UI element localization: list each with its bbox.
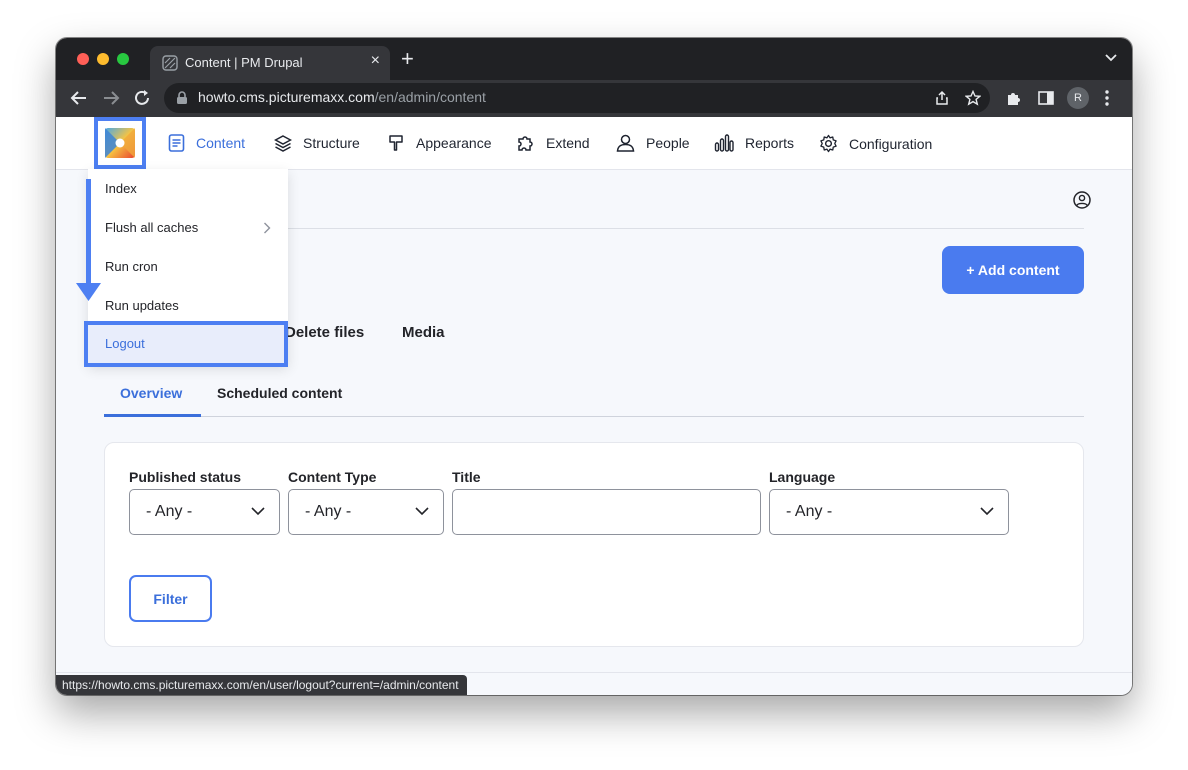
side-panel-icon[interactable] — [1037, 89, 1055, 107]
logout-label: Logout — [105, 336, 145, 351]
tab-overview[interactable]: Overview — [120, 385, 182, 401]
title-input[interactable] — [452, 489, 761, 535]
nav-people[interactable]: People — [616, 134, 690, 152]
menu-item-run-updates[interactable]: Run updates — [105, 298, 179, 313]
user-account-icon[interactable] — [1073, 191, 1091, 209]
nav-configuration-label: Configuration — [849, 135, 933, 152]
nav-extend-label: Extend — [546, 135, 590, 151]
address-bar[interactable]: howto.cms.picturemaxx.com/en/admin/conte… — [164, 83, 990, 113]
bar-chart-icon — [714, 134, 734, 152]
profile-avatar[interactable]: R — [1067, 87, 1089, 109]
language-value: - Any - — [786, 503, 833, 520]
published-status-value: - Any - — [146, 503, 193, 520]
nav-content-label: Content — [196, 135, 246, 151]
link-status-bar: https://howto.cms.picturemaxx.com/en/use… — [56, 675, 467, 695]
chevron-right-icon — [264, 222, 271, 234]
new-tab-button[interactable]: + — [401, 46, 414, 72]
nav-content[interactable]: Content — [168, 134, 245, 152]
minimize-window-button[interactable] — [97, 53, 109, 65]
extensions-puzzle-icon[interactable] — [1005, 89, 1023, 107]
tab-close-icon[interactable]: × — [371, 52, 380, 70]
menu-item-run-cron[interactable]: Run cron — [105, 259, 158, 274]
filter-button[interactable]: Filter — [129, 575, 212, 622]
menu-item-flush-all-caches[interactable]: Flush all caches — [105, 220, 198, 235]
admin-toolbar: Content Structure Appearance Extend Peop… — [56, 117, 1132, 170]
lock-icon — [177, 91, 187, 104]
url-text: howto.cms.picturemaxx.com/en/admin/conte… — [198, 89, 486, 105]
tools-dropdown-menu: Index Flush all caches Run cron Run upda… — [84, 169, 288, 367]
nav-people-label: People — [646, 135, 690, 151]
browser-tab[interactable]: Content | PM Drupal × — [150, 46, 390, 80]
paint-brush-icon — [389, 135, 403, 151]
menu-item-index[interactable]: Index — [105, 181, 137, 196]
tabs-divider — [104, 416, 1084, 417]
person-icon — [616, 134, 635, 152]
more-menu-icon[interactable] — [1104, 89, 1110, 107]
content-type-select[interactable]: - Any - — [288, 489, 444, 535]
browser-window: Content | PM Drupal × + howto.cms.pictur… — [56, 38, 1132, 695]
layers-icon — [274, 135, 292, 152]
tab-title: Content | PM Drupal — [185, 55, 303, 70]
site-logo-button[interactable] — [94, 117, 146, 169]
tab-strip: Content | PM Drupal × + — [56, 38, 1132, 80]
language-label: Language — [769, 469, 836, 485]
active-tab-indicator — [104, 414, 201, 417]
close-window-button[interactable] — [77, 53, 89, 65]
nav-structure-label: Structure — [303, 135, 360, 151]
title-label: Title — [452, 469, 481, 485]
add-content-button[interactable]: + Add content — [942, 246, 1084, 294]
nav-structure[interactable]: Structure — [274, 134, 360, 152]
nav-reports[interactable]: Reports — [714, 134, 794, 152]
nav-appearance-label: Appearance — [416, 135, 492, 151]
reload-icon[interactable] — [133, 89, 151, 107]
url-path: /en/admin/content — [374, 89, 486, 105]
filter-form: Published status - Any - Content Type - … — [104, 442, 1084, 647]
chevron-down-icon — [251, 507, 265, 516]
published-status-label: Published status — [129, 469, 242, 485]
nav-extend[interactable]: Extend — [517, 134, 590, 152]
url-host: howto.cms.picturemaxx.com — [198, 89, 375, 105]
chevron-down-icon — [415, 507, 429, 516]
browser-toolbar: howto.cms.picturemaxx.com/en/admin/conte… — [56, 80, 1132, 117]
back-arrow-icon[interactable] — [70, 89, 88, 107]
language-select[interactable]: - Any - — [769, 489, 1009, 535]
content-type-label: Content Type — [288, 469, 377, 485]
down-arrow-icon — [76, 283, 101, 301]
published-status-select[interactable]: - Any - — [129, 489, 280, 535]
nav-configuration[interactable]: Configuration — [819, 134, 932, 153]
gear-icon — [820, 134, 837, 153]
puzzle-icon — [518, 136, 533, 151]
tab-scheduled-content[interactable]: Scheduled content — [217, 385, 342, 401]
page-bottom-divider — [56, 672, 1132, 673]
nav-reports-label: Reports — [745, 135, 795, 151]
content-type-value: - Any - — [305, 503, 352, 520]
nav-appearance[interactable]: Appearance — [388, 134, 492, 152]
menu-item-logout[interactable]: Logout — [84, 321, 288, 367]
bookmark-star-icon[interactable] — [965, 90, 981, 106]
zoom-window-button[interactable] — [117, 53, 129, 65]
annotation-arrow-shaft — [86, 179, 91, 285]
tab-media[interactable]: Media — [402, 324, 445, 341]
drupal-favicon-icon — [162, 55, 178, 71]
forward-arrow-icon[interactable] — [102, 89, 120, 107]
tab-delete-files[interactable]: Delete files — [285, 324, 364, 341]
chevron-down-icon — [980, 507, 994, 516]
document-icon — [168, 134, 185, 152]
share-icon[interactable] — [934, 90, 950, 106]
picturemaxx-logo-icon — [105, 128, 135, 158]
tab-search-chevron-icon[interactable] — [1104, 50, 1118, 64]
